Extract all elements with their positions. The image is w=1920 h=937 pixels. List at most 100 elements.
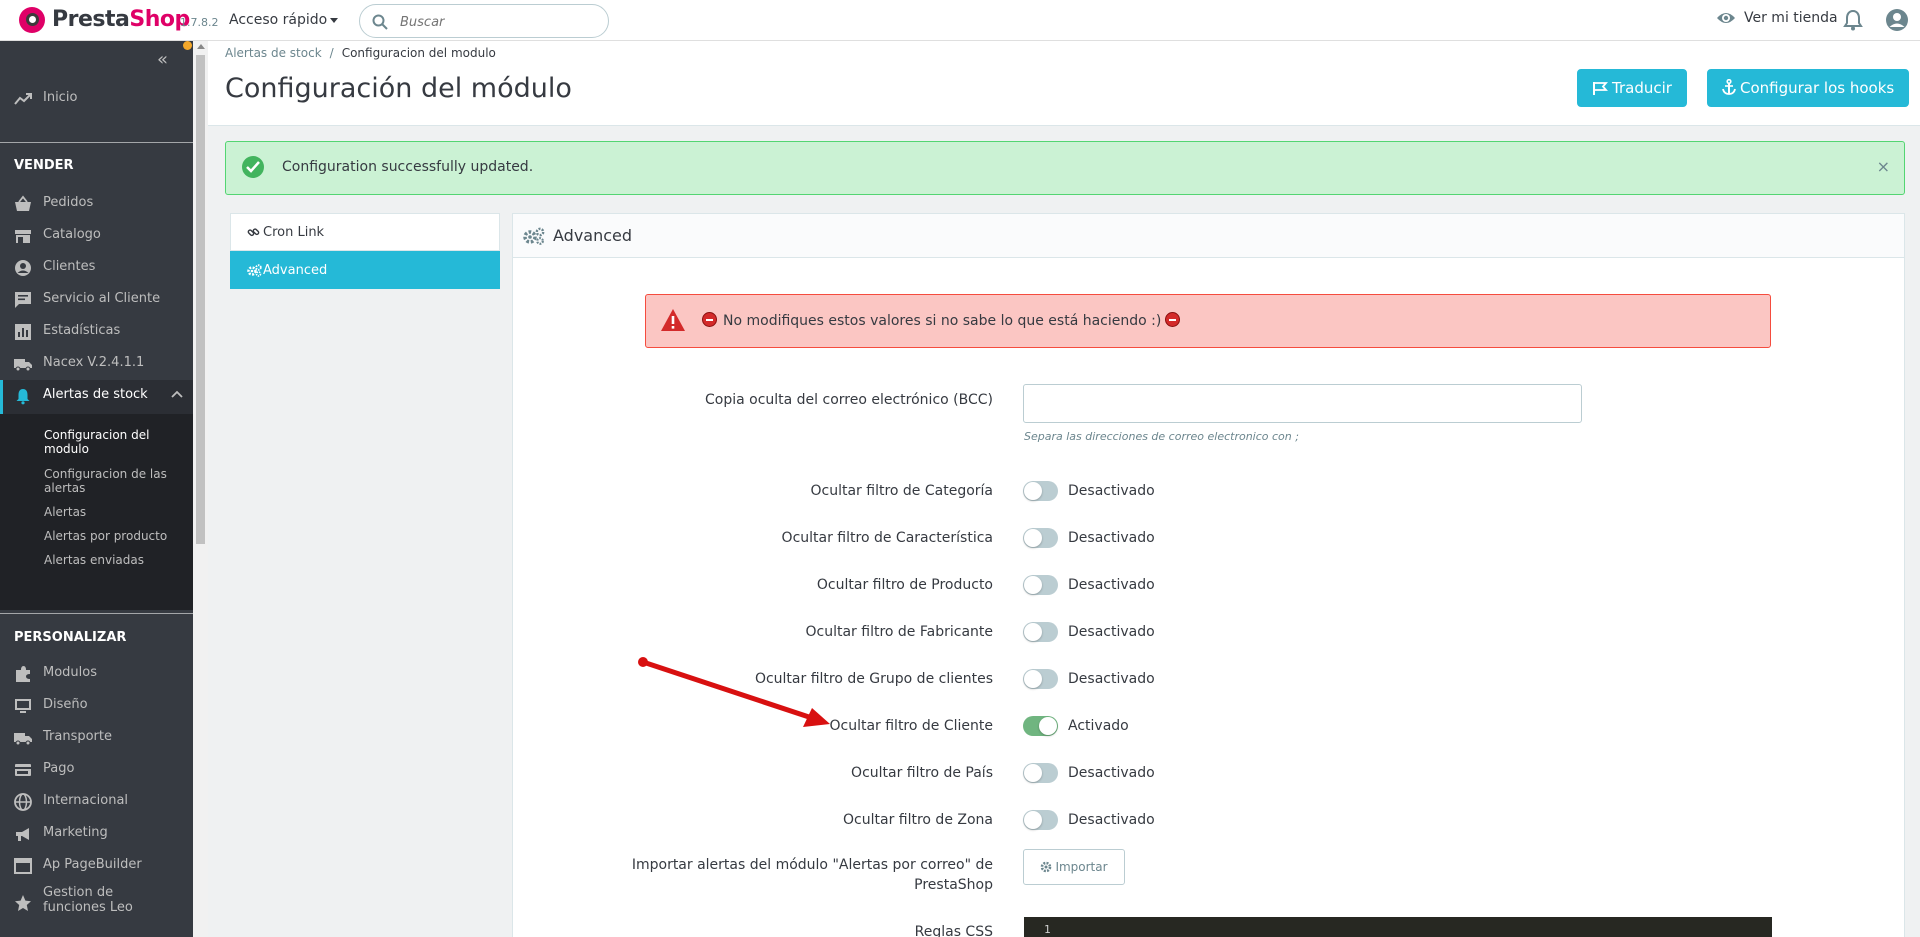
quick-access-dropdown[interactable]: Acceso rápido [229,12,339,28]
sidebar-item-inicio[interactable]: Inicio [0,83,193,113]
user-account-icon[interactable] [1885,8,1909,32]
alarm-bell-icon [16,389,30,405]
version-label: 1.7.8.2 [180,16,219,29]
bcc-help-text: Separa las direcciones de correo electro… [1024,430,1299,443]
credit-card-icon [15,764,31,776]
warning-alert: No modifiques estos valores si no sabe l… [645,294,1771,348]
warning-message: No modifiques estos valores si no sabe l… [723,313,1162,329]
import-label-line1: Importar alertas del módulo "Alertas por… [631,857,993,873]
sidebar-item-label: Inicio [43,90,78,105]
toggle-caracteristica-switch[interactable] [1023,528,1058,548]
sidebar-item-transporte[interactable]: Transporte [0,722,193,752]
sidebar-item-label: Pedidos [43,195,94,210]
close-icon[interactable]: × [1877,157,1890,176]
configure-hooks-label: Configurar los hooks [1740,79,1895,97]
quick-access-label: Acceso rápido [229,12,328,28]
toggle-zona-switch[interactable] [1023,810,1058,830]
toggle-cliente-switch[interactable] [1023,716,1058,736]
tab-cron-link[interactable]: Cron Link [230,213,500,251]
submenu-item-configuracion-alertas[interactable]: Configuracion de las alertas [44,467,174,495]
trending-up-icon [14,93,32,105]
line-number: 1 [1044,923,1051,936]
bcc-email-field[interactable] [1023,384,1582,423]
window-icon [14,858,32,874]
sidebar-item-servicio-cliente[interactable]: Servicio al Cliente [0,284,193,314]
toggle-state-zona: Desactivado [1068,812,1155,828]
bar-chart-icon [15,324,31,340]
breadcrumb-parent-link[interactable]: Alertas de stock [225,46,322,60]
search-box[interactable] [359,4,609,38]
search-input[interactable] [400,11,595,33]
sidebar-divider [0,613,193,614]
configure-hooks-button[interactable]: Configurar los hooks [1707,69,1910,107]
submenu-item-alertas-producto[interactable]: Alertas por producto [44,529,174,543]
star-icon [15,895,31,911]
toggle-label-pais: Ocultar filtro de País [851,765,993,781]
store-icon [15,230,31,243]
submenu-item-alertas[interactable]: Alertas [44,505,174,519]
sidebar-item-alertas-stock[interactable]: Alertas de stock [0,380,193,414]
tab-advanced[interactable]: Advanced [230,251,500,289]
sidebar-item-label: Servicio al Cliente [43,291,161,306]
sidebar-item-pago[interactable]: Pago [0,754,193,784]
toggle-label-categoria: Ocultar filtro de Categoría [810,483,994,499]
import-button[interactable]: Importar [1023,849,1125,885]
logo-text[interactable]: PrestaShop [52,7,190,32]
page-title: Configuración del módulo [225,73,572,104]
sidebar-item-label: Marketing [43,825,108,840]
app-window: PrestaShop 1.7.8.2 Acceso rápido Ver mi … [0,0,1920,937]
no-entry-icon [1165,312,1181,327]
eye-icon [1717,13,1735,23]
sidebar-item-diseno[interactable]: Diseño [0,690,193,720]
translate-button[interactable]: Traducir [1577,69,1687,107]
top-header: PrestaShop 1.7.8.2 Acceso rápido Ver mi … [0,0,1920,41]
scroll-up-arrow-icon[interactable] [197,44,205,49]
sidebar-item-modulos[interactable]: Modulos [0,658,193,688]
toggle-state-categoria: Desactivado [1068,483,1155,499]
css-rules-label: Reglas CSS [914,924,993,937]
account-circle-icon [15,260,31,276]
sidebar-item-estadisticas[interactable]: Estadísticas [0,316,193,346]
link-icon [247,228,260,237]
check-circle-icon [242,156,264,178]
view-store-link[interactable]: Ver mi tienda [1716,10,1838,26]
toggle-state-cliente: Activado [1068,718,1129,734]
toggle-state-producto: Desactivado [1068,577,1155,593]
sidebar-scrollbar[interactable] [193,41,208,937]
toggle-pais-switch[interactable] [1023,763,1058,783]
flag-icon [1593,82,1608,95]
submenu-item-alertas-enviadas[interactable]: Alertas enviadas [44,553,174,567]
toggle-producto-switch[interactable] [1023,575,1058,595]
sidebar-item-gestion-funciones-leo[interactable]: Gestion de funciones Leo [0,882,193,922]
sidebar-item-label: Pago [43,761,75,776]
switch-knob [1024,482,1042,500]
sidebar-item-label: Internacional [43,793,129,808]
globe-icon [14,793,32,811]
toggle-grupo-clientes-switch[interactable] [1023,669,1058,689]
shopping-basket-icon [15,195,31,211]
sidebar-item-catalogo[interactable]: Catalogo [0,220,193,250]
scrollbar-thumb[interactable] [196,55,205,544]
sidebar-item-clientes[interactable]: Clientes [0,252,193,282]
sidebar-item-pedidos[interactable]: Pedidos [0,188,193,218]
submenu-item-configuracion-modulo[interactable]: Configuracion del modulo [44,428,174,456]
toggle-categoria-switch[interactable] [1023,481,1058,501]
prestashop-logo-icon[interactable] [19,7,45,33]
tab-label: Advanced [263,263,328,278]
collapse-sidebar-icon[interactable]: « [157,49,168,70]
bell-icon[interactable] [1843,9,1863,31]
sidebar-item-marketing[interactable]: Marketing [0,818,193,848]
sidebar-item-internacional[interactable]: Internacional [0,786,193,816]
sidebar-item-ap-pagebuilder[interactable]: Ap PageBuilder [0,850,193,880]
toggle-label-cliente: Ocultar filtro de Cliente [829,718,993,734]
logo-prefix: Presta [52,7,130,32]
toggle-label-fabricante: Ocultar filtro de Fabricante [805,624,994,640]
import-label-line2: PrestaShop [914,877,993,893]
sidebar-item-nacex[interactable]: Nacex V.2.4.1.1 [0,348,193,378]
sidebar-divider [0,142,193,143]
switch-knob [1024,623,1042,641]
sidebar-item-label: Clientes [43,259,96,274]
toggle-fabricante-switch[interactable] [1023,622,1058,642]
css-code-editor[interactable]: 1 [1024,917,1772,937]
search-icon [372,14,388,30]
